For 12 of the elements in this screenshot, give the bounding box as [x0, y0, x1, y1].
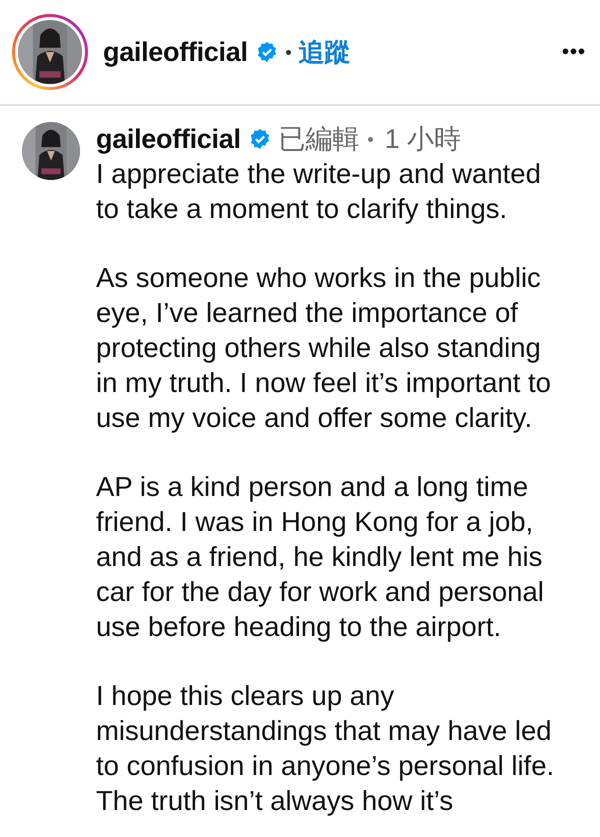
- more-options-button[interactable]: •••: [562, 40, 586, 64]
- username[interactable]: gaileofficial: [96, 124, 241, 154]
- follow-link[interactable]: 追蹤: [298, 34, 351, 70]
- comment-paragraph: I appreciate the write-up and wanted to take a moment to clarify things.: [96, 157, 542, 226]
- timestamp: 1 小時: [384, 123, 462, 156]
- separator-dot: [368, 136, 373, 142]
- comment-paragraph: AP is a kind person and a long time friend. I was in Hong Kong for a job, and as a friend, he kindly lent me his car for the day for work and personal use before heading to the airport.: [96, 470, 545, 644]
- comment-paragraph: As someone who works in the public eye, I’ve learned the importance of protecting others while also standing in my truth. I now feel it’s important to use my voice and offer some clarity.: [96, 261, 552, 435]
- comment-paragraph: I hope this clears up any misunderstandings that may have led to confusion in anyone’s personal life. The truth isn’t always how it’s: [96, 679, 554, 818]
- separator-dot: [286, 50, 291, 54]
- edited-label: 已編輯: [278, 123, 360, 156]
- username[interactable]: gaileofficial: [103, 36, 248, 68]
